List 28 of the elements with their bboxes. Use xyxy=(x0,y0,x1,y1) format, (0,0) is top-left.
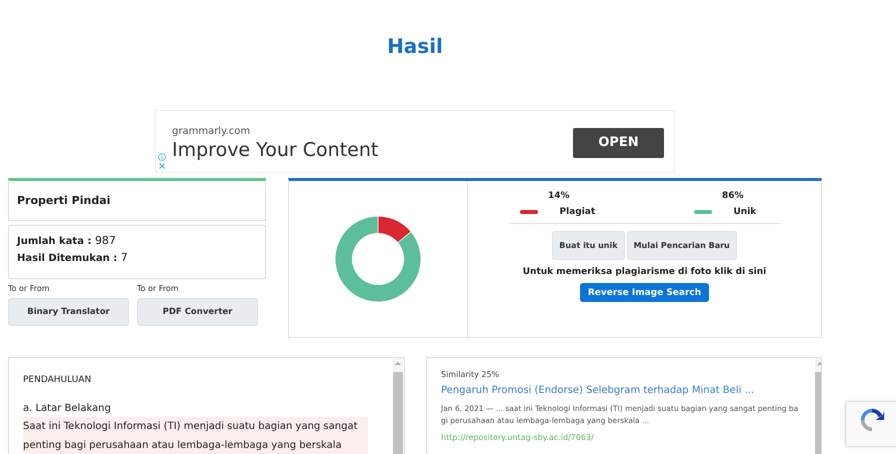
info-icon[interactable] xyxy=(158,153,166,161)
card-title: Properti Pindai xyxy=(17,194,110,207)
legend-percent: 86% xyxy=(722,191,744,201)
legend-label: Plagiat xyxy=(560,207,596,217)
stat-text: Hasil Ditemukan : 7 xyxy=(17,251,129,264)
tool-caption: To or From xyxy=(8,284,51,293)
match-title-link[interactable]: Pengaruh Promosi (Endorse) Selebgram terhadap Minat Beli ... xyxy=(441,385,801,396)
tool-caption: To or From xyxy=(137,284,180,293)
action-button[interactable]: Mulai Pencarian Baru xyxy=(626,231,737,260)
reverse-image-search-button[interactable]: Reverse Image Search xyxy=(580,283,710,302)
document-paragraph: Saat ini Teknologi Informasi (TI) menjadi suatu bagian yang sangat penting bagi perusahaan atau lembaga-lembaga yang berskala xyxy=(23,417,368,454)
image-check-hint: Untuk memeriksa plagiarisme di foto klik di sini xyxy=(522,267,766,277)
page-title: Hasil xyxy=(387,34,443,58)
stat-text: Jumlah kata : 987 xyxy=(17,234,117,247)
ad-domain: grammarly.com xyxy=(172,126,252,137)
ad-headline: Improve Your Content xyxy=(172,139,380,161)
action-button[interactable]: Buat itu unik xyxy=(552,231,625,260)
legend-label: Unik xyxy=(734,207,758,217)
document-heading: PENDAHULUAN xyxy=(23,375,92,385)
open-button[interactable]: OPEN xyxy=(573,128,664,158)
legend-percent: 14% xyxy=(548,191,570,201)
tool-button[interactable]: PDF Converter xyxy=(137,298,258,326)
scrollbar[interactable] xyxy=(393,358,403,454)
similarity-label: Similarity 25% xyxy=(441,370,500,379)
tool-button[interactable]: Binary Translator xyxy=(8,298,129,326)
close-icon[interactable] xyxy=(158,162,166,170)
document-subheading: a. Latar Belakang xyxy=(23,403,112,414)
recaptcha-icon xyxy=(858,406,886,434)
